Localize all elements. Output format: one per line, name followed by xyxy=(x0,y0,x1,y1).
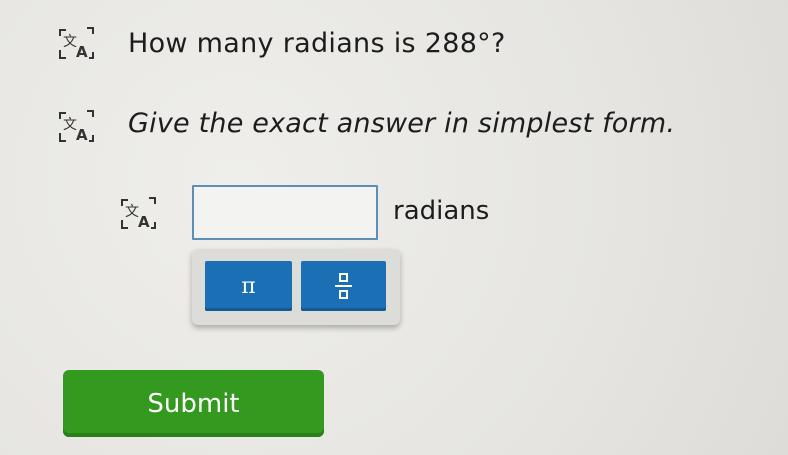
math-keypad: π xyxy=(192,249,400,325)
unit-label: radians xyxy=(393,196,490,226)
svg-text:A: A xyxy=(76,126,88,144)
answer-input[interactable] xyxy=(192,185,378,240)
svg-text:文: 文 xyxy=(63,117,77,133)
svg-text:A: A xyxy=(138,213,150,231)
pi-symbol: π xyxy=(241,273,256,299)
svg-text:A: A xyxy=(76,43,88,61)
submit-label: Submit xyxy=(147,388,240,419)
pi-button[interactable]: π xyxy=(205,261,292,311)
fraction-button[interactable] xyxy=(301,261,386,311)
svg-text:文: 文 xyxy=(125,204,139,220)
translate-icon[interactable]: 文 A xyxy=(118,194,162,234)
question-text: How many radians is 288°? xyxy=(128,28,506,59)
fraction-icon xyxy=(335,273,352,299)
translate-icon[interactable]: 文 A xyxy=(56,24,100,64)
instruction-text: Give the exact answer in simplest form. xyxy=(128,108,676,139)
svg-text:文: 文 xyxy=(63,34,77,50)
submit-button[interactable]: Submit xyxy=(63,370,324,437)
translate-icon[interactable]: 文 A xyxy=(56,107,100,147)
